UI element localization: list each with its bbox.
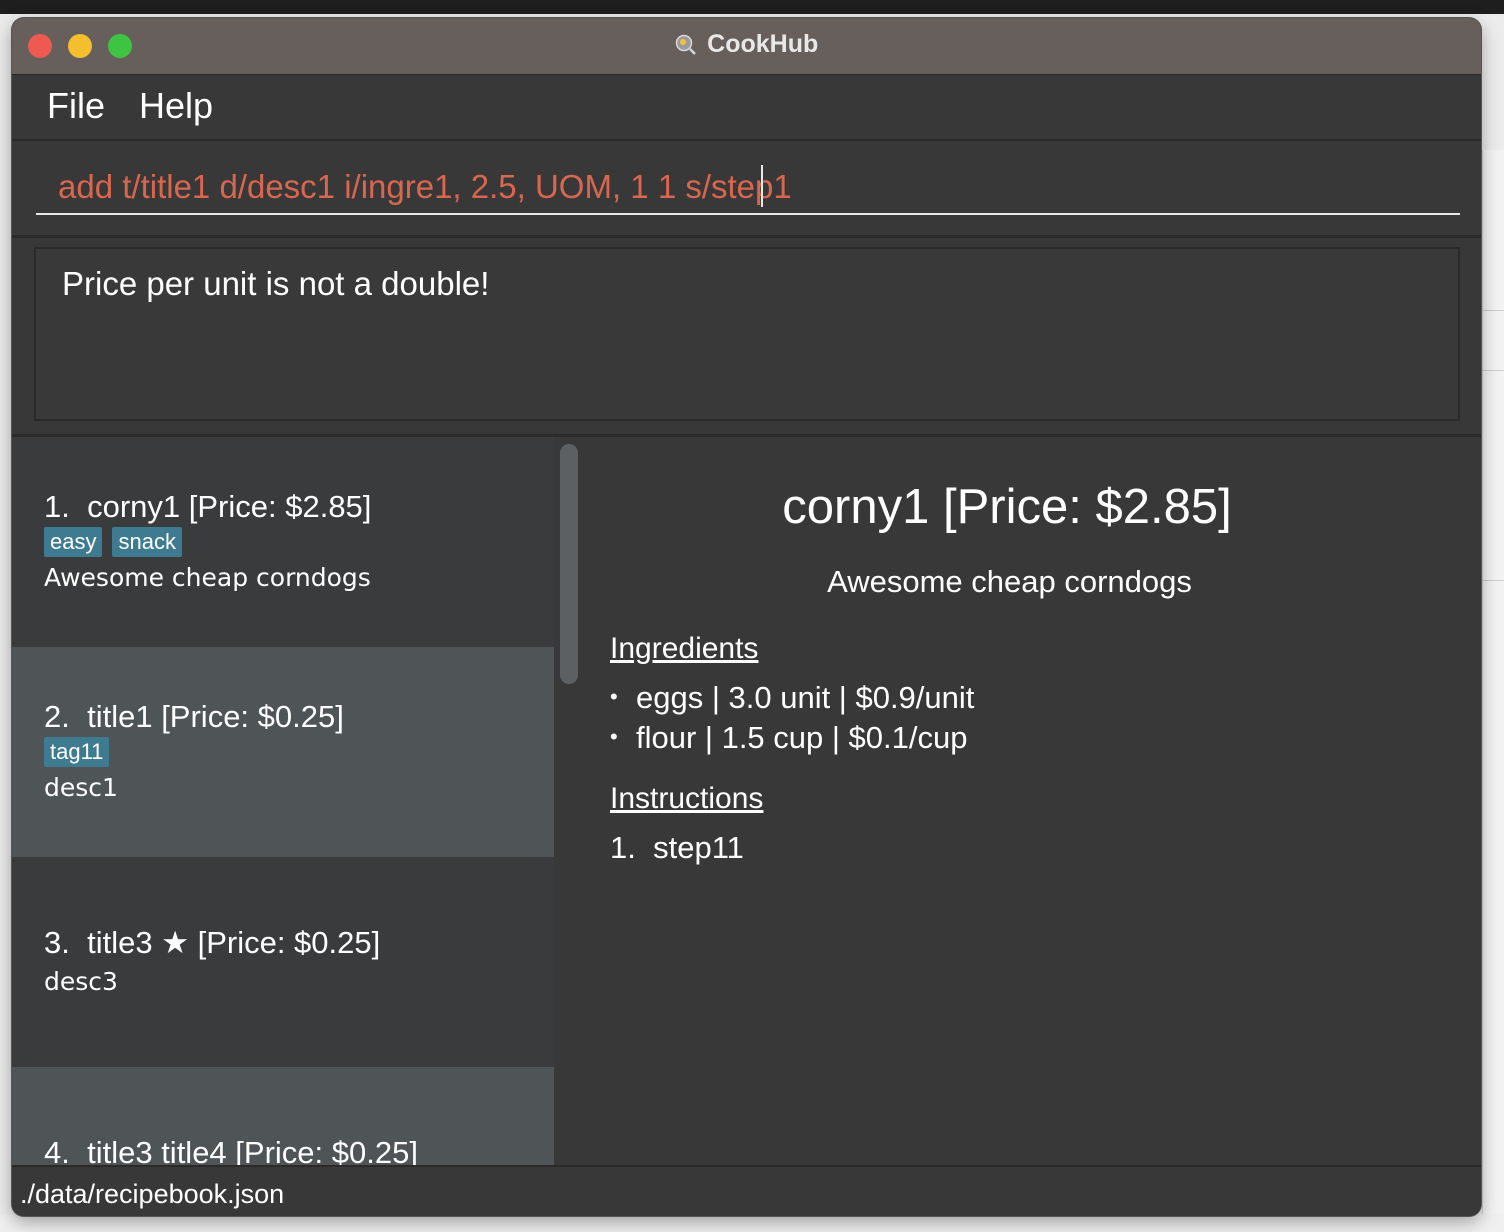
recipe-card-title: 1. corny1 [Price: $2.85]: [44, 489, 372, 524]
menu-bar: File Help: [12, 75, 1481, 141]
recipe-card-description: desc3: [44, 967, 118, 996]
result-display-area: Price per unit is not a double!: [12, 238, 1481, 437]
ingredients-heading: Ingredients: [610, 632, 759, 665]
instructions-heading: Instructions: [610, 782, 764, 815]
instruction-item: 1. step11: [610, 830, 744, 865]
window-title: CookHub: [707, 30, 819, 58]
title-bar[interactable]: CookHub: [12, 18, 1481, 75]
recipe-card-3[interactable]: 3. title3 ★ [Price: $0.25] desc3: [12, 857, 554, 1067]
ingredient-item: • flour | 1.5 cup | $0.1/cup: [610, 720, 968, 755]
detail-description: Awesome cheap corndogs: [827, 564, 1192, 599]
background-window: [1482, 150, 1504, 1232]
cookhub-logo-icon: [675, 34, 696, 55]
result-message: Price per unit is not a double!: [62, 265, 490, 302]
tag-badge: tag11: [44, 737, 110, 767]
desktop-bar: [0, 0, 1504, 14]
menu-file[interactable]: File: [47, 85, 105, 127]
window-title-group: CookHub: [12, 30, 1481, 59]
recipe-card-4[interactable]: 4. title3 title4 [Price: $0.25]: [12, 1067, 554, 1165]
recipe-card-title: 4. title3 title4 [Price: $0.25]: [44, 1135, 418, 1165]
detail-title: corny1 [Price: $2.85]: [782, 480, 1232, 534]
ingredient-item: • eggs | 3.0 unit | $0.9/unit: [610, 680, 975, 715]
recipe-card-title: 3. title3 ★ [Price: $0.25]: [44, 925, 381, 960]
recipe-card-description: desc1: [44, 773, 118, 802]
recipe-card-title: 2. title1 [Price: $0.25]: [44, 699, 344, 734]
text-cursor: [761, 165, 763, 207]
cookhub-window: CookHub File Help Price per unit is not …: [12, 18, 1481, 1216]
recipe-detail-panel: corny1 [Price: $2.85] Awesome cheap corn…: [582, 437, 1481, 1165]
menu-help[interactable]: Help: [139, 85, 213, 127]
result-display[interactable]: Price per unit is not a double!: [34, 247, 1460, 421]
command-box-area: [12, 141, 1481, 238]
recipe-card-description: Awesome cheap corndogs: [44, 563, 371, 592]
recipe-list-scrollbar[interactable]: [554, 437, 580, 1165]
tag-badge: easy: [44, 527, 103, 557]
recipe-tags: easy snack: [44, 527, 192, 557]
bullet-icon: •: [610, 724, 618, 749]
desktop-bottom: [0, 1214, 1504, 1232]
recipe-tags: tag11: [44, 737, 119, 767]
recipe-card-1[interactable]: 1. corny1 [Price: $2.85] easy snack Aweso…: [12, 437, 554, 647]
tag-badge: snack: [112, 527, 182, 557]
command-input[interactable]: [36, 161, 1460, 215]
bullet-icon: •: [610, 684, 618, 709]
data-file-path: ./data/recipebook.json: [20, 1179, 285, 1209]
status-bar: ./data/recipebook.json: [12, 1165, 1481, 1216]
scrollbar-thumb[interactable]: [560, 444, 578, 684]
recipe-list[interactable]: 1. corny1 [Price: $2.85] easy snack Aweso…: [12, 437, 554, 1165]
recipe-card-2[interactable]: 2. title1 [Price: $0.25] tag11 desc1: [12, 647, 554, 857]
